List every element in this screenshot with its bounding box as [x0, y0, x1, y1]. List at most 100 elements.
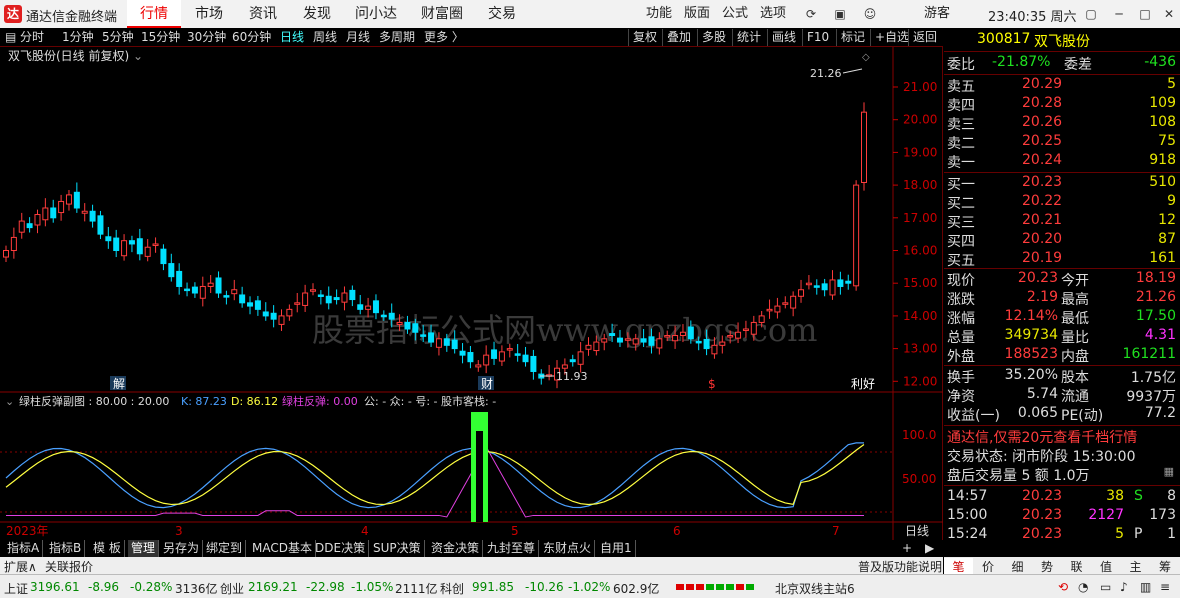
menu-formula[interactable]: 公式	[722, 0, 748, 28]
indicator-tab[interactable]: 东财点火	[540, 540, 596, 557]
indicator-tab[interactable]: 管理	[128, 540, 160, 557]
btn-add-favorite[interactable]: +自选	[870, 29, 913, 46]
btn-back[interactable]: 返回	[908, 29, 941, 46]
candle-body	[829, 279, 836, 296]
minimize-icon[interactable]: ─	[1111, 6, 1127, 22]
bid-row-2-price: 20.22	[1022, 193, 1063, 209]
bid-row-1-label: 买一	[947, 177, 975, 193]
tab-hangqing[interactable]: 行情	[127, 0, 181, 28]
btn-mark[interactable]: 标记	[836, 29, 869, 46]
btn-f10[interactable]: F10	[802, 29, 833, 46]
menu-layout[interactable]: 版面	[684, 0, 710, 28]
btn-fuquan[interactable]: 复权	[628, 29, 661, 46]
stat-label: 最低	[1061, 311, 1089, 327]
right-tab[interactable]: 值	[1092, 558, 1121, 575]
kc-change: -10.26	[525, 580, 564, 594]
event-mark[interactable]: 利好	[851, 377, 875, 391]
sh-label[interactable]: 上证	[4, 580, 28, 597]
sync-icon[interactable]: ⟲	[1058, 580, 1068, 594]
menu-icon[interactable]: ≡	[1160, 580, 1170, 594]
server-name[interactable]: 北京双线主站6	[775, 580, 855, 597]
chart-svg[interactable]: 双飞股份(日线 前复权) ⌄ 股票指标公式网www.gpzbgs.com 21.…	[0, 47, 943, 540]
indicator-tab[interactable]: 九封至尊	[484, 540, 540, 557]
kc-label[interactable]: 科创	[440, 580, 464, 597]
indicator-tab[interactable]: 绑定到	[203, 540, 247, 557]
indicator-tab[interactable]: 另存为	[160, 540, 204, 557]
period-15min[interactable]: 15分钟	[141, 29, 180, 46]
user-label[interactable]: 游客	[924, 0, 950, 28]
extension-bar: 扩展∧ 关联报价 普及版功能说明	[0, 557, 943, 574]
btn-multistock[interactable]: 多股	[697, 29, 730, 46]
period-daily[interactable]: 日线	[280, 29, 304, 46]
right-tab[interactable]: 价	[974, 558, 1003, 575]
tab-wenxiaoda[interactable]: 问小达	[347, 0, 405, 28]
indicator-tab[interactable]: 模 板	[90, 540, 125, 557]
refresh-icon[interactable]: ⟳	[803, 6, 819, 22]
event-mark[interactable]: $	[708, 377, 716, 391]
restore-icon[interactable]: ▢	[1083, 6, 1099, 22]
tab-caifuquan[interactable]: 财富圈	[412, 0, 472, 28]
stat-label: 最高	[1061, 292, 1089, 308]
right-tab[interactable]: 细	[1003, 558, 1032, 575]
tab-market[interactable]: 市场	[183, 0, 235, 28]
maximize-icon[interactable]: □	[1137, 6, 1153, 22]
promo-link[interactable]: 通达信,仅需20元查看千档行情	[947, 427, 1137, 447]
indicator-tab[interactable]: 指标A	[4, 540, 44, 557]
chart-icon[interactable]: ▥	[1140, 580, 1151, 594]
indicator-tab[interactable]: 资金决策	[428, 540, 484, 557]
tab-trade[interactable]: 交易	[476, 0, 528, 28]
ask-row-4: 卖四 20.28 109	[944, 95, 1180, 114]
right-tab[interactable]: 笔	[944, 558, 973, 575]
period-1min[interactable]: 1分钟	[62, 29, 94, 46]
cy-label[interactable]: 创业	[220, 580, 244, 597]
add-tab-button[interactable]: +	[899, 540, 915, 557]
bell-icon[interactable]: ♪	[1120, 580, 1128, 594]
grid-icon[interactable]: ▦	[1164, 465, 1174, 478]
indicator-tab[interactable]: SUP决策	[370, 540, 425, 557]
expand-button[interactable]: 扩展∧	[4, 558, 37, 575]
indicator-tab[interactable]: MACD基本	[249, 540, 316, 557]
period-weekly[interactable]: 周线	[313, 29, 337, 46]
right-tab[interactable]: 联	[1062, 558, 1091, 575]
user-icon[interactable]: ☺	[862, 6, 878, 22]
tab-news[interactable]: 资讯	[237, 0, 289, 28]
related-quote-button[interactable]: 关联报价	[45, 558, 93, 575]
indicator-tab[interactable]: 指标B	[46, 540, 86, 557]
tick-price: 20.23	[1022, 507, 1063, 523]
period-monthly[interactable]: 月线	[346, 29, 370, 46]
right-tab[interactable]: 筹	[1151, 558, 1180, 575]
ask-row-3-label: 卖三	[947, 117, 975, 133]
period-60min[interactable]: 60分钟	[232, 29, 271, 46]
candle-body	[719, 341, 726, 346]
period-5min[interactable]: 5分钟	[102, 29, 134, 46]
promo-row[interactable]: 通达信,仅需20元查看千档行情	[944, 427, 1180, 446]
period-tag: 日线	[905, 524, 929, 538]
period-fenshi[interactable]: 分时	[20, 29, 44, 46]
period-multi[interactable]: 多周期	[379, 29, 415, 46]
menu-function[interactable]: 功能	[646, 0, 672, 28]
tick-row: 15:24 20.23 5 P 1	[944, 526, 1180, 545]
lock-icon[interactable]: ▣	[832, 6, 848, 22]
period-30min[interactable]: 30分钟	[187, 29, 226, 46]
event-mark[interactable]: 解	[113, 377, 125, 391]
candle-body	[750, 321, 757, 335]
btn-stats[interactable]: 统计	[732, 29, 765, 46]
next-tab-button[interactable]: ▶	[922, 540, 937, 557]
indicator-tab[interactable]: DDE决策	[312, 540, 370, 557]
tab-discover[interactable]: 发现	[291, 0, 343, 28]
chart-area[interactable]: 双飞股份(日线 前复权) ⌄ 股票指标公式网www.gpzbgs.com 21.…	[0, 47, 943, 540]
right-tab[interactable]: 势	[1033, 558, 1062, 575]
period-tick[interactable]: ▤	[5, 29, 16, 46]
chevron-down-icon[interactable]: ⌄	[133, 49, 143, 63]
chat-icon[interactable]: ▭	[1100, 580, 1111, 594]
indicator-tab[interactable]: 自用1	[597, 540, 636, 557]
btn-draw[interactable]: 画线	[767, 29, 800, 46]
menu-options[interactable]: 选项	[760, 0, 786, 28]
period-more[interactable]: 更多 〉	[424, 29, 464, 46]
close-icon[interactable]: ✕	[1161, 6, 1177, 22]
indicator-chevron-icon[interactable]: ⌄	[5, 395, 14, 408]
right-tab[interactable]: 主	[1121, 558, 1150, 575]
func-help-button[interactable]: 普及版功能说明	[858, 558, 942, 575]
btn-overlay[interactable]: 叠加	[662, 29, 695, 46]
event-mark[interactable]: 财	[481, 377, 493, 391]
